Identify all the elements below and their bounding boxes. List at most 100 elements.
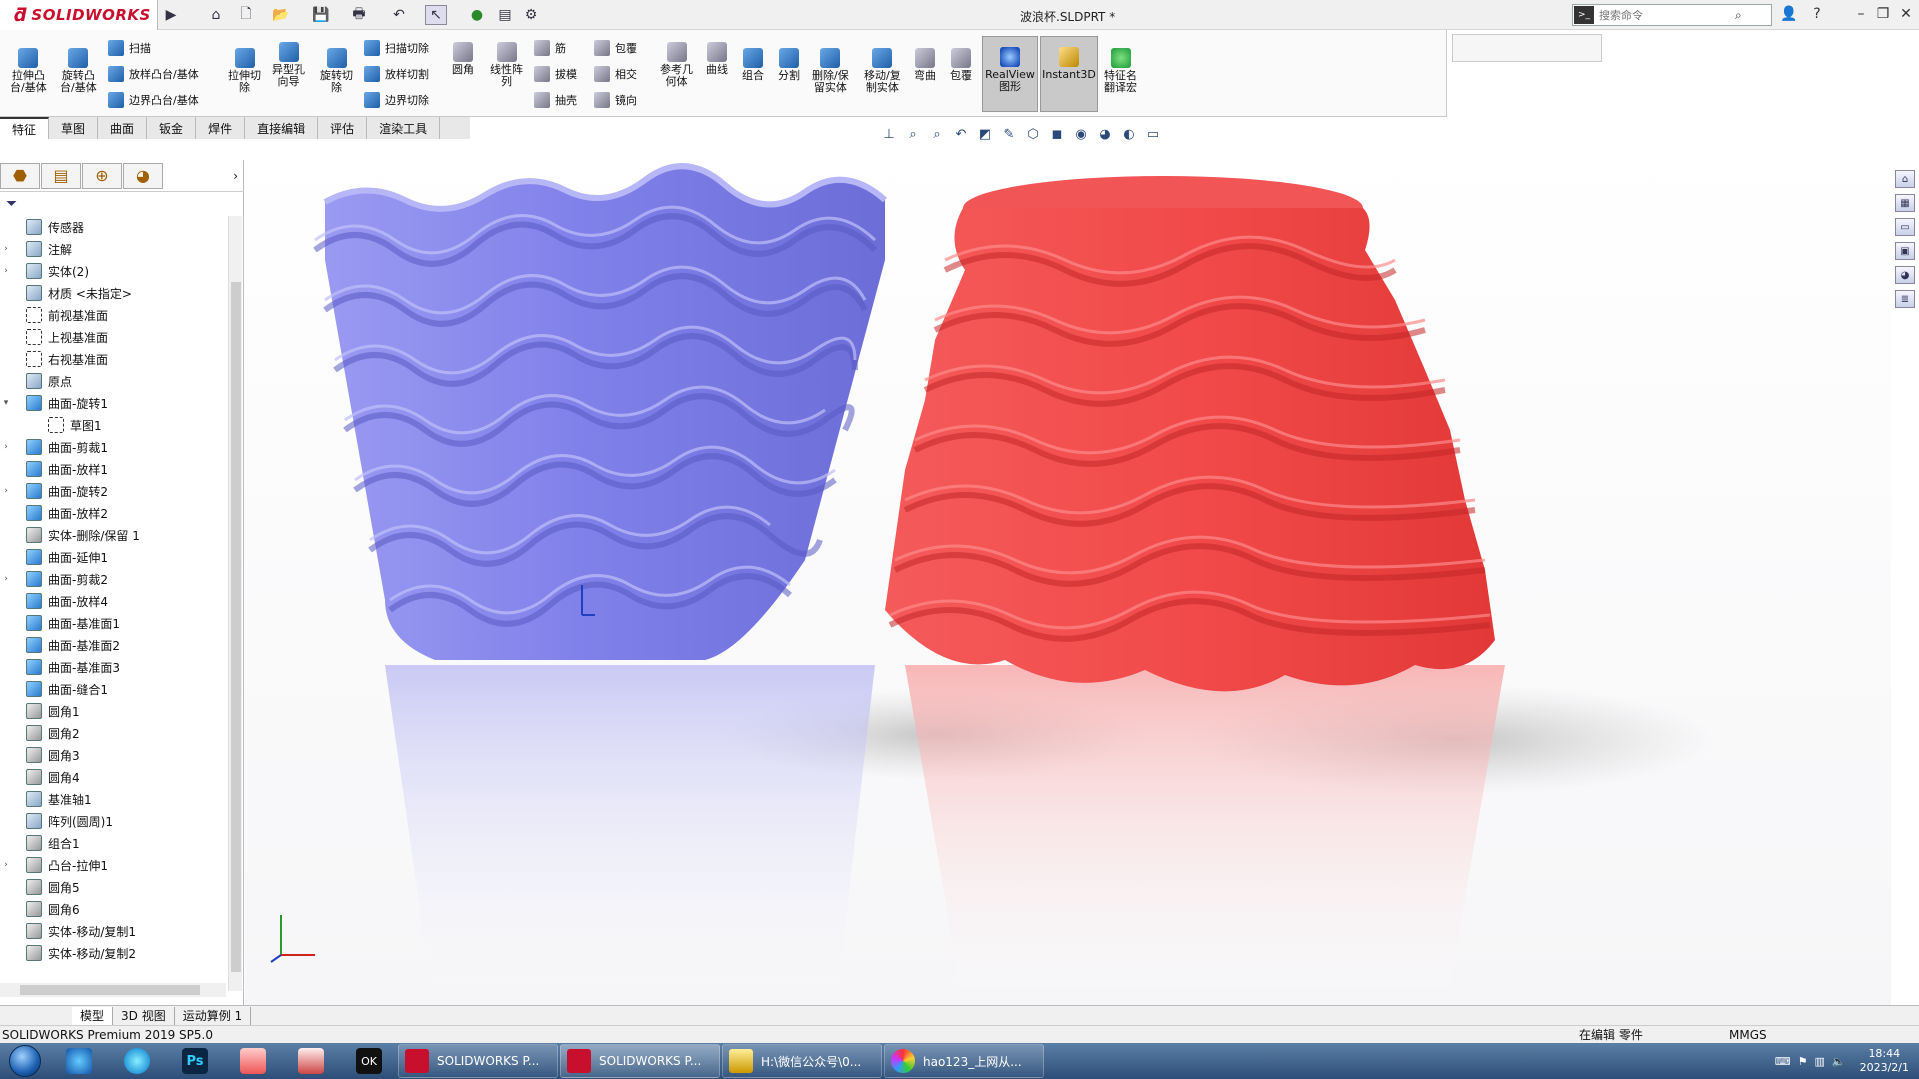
tree-item[interactable]: 圆角3 [0, 744, 228, 766]
tab-surfaces[interactable]: 曲面 [98, 117, 148, 139]
flex-button[interactable]: 弯曲 [914, 48, 936, 82]
tab-sketch[interactable]: 草图 [49, 117, 99, 139]
tree-item[interactable]: 草图1 [0, 414, 228, 436]
expand-icon[interactable]: › [0, 442, 12, 452]
curves-button[interactable]: 曲线 [706, 42, 728, 76]
close-icon[interactable]: ✕ [1895, 4, 1917, 24]
tab-direct-editing[interactable]: 直接编辑 [245, 117, 319, 139]
blue-wave-cup[interactable] [313, 163, 888, 660]
tree-item[interactable]: 基准轴1 [0, 788, 228, 810]
unit-system[interactable]: MMGS [1729, 1028, 1839, 1042]
wrap-button[interactable]: 包覆 [594, 40, 637, 56]
delete-keep-body-button[interactable]: 删除/保 留实体 [812, 48, 849, 94]
wrap-button-2[interactable]: 包覆 [950, 48, 972, 82]
tree-item[interactable]: › 曲面-剪裁2 [0, 568, 228, 590]
appearances-icon[interactable]: ◕ [1895, 266, 1915, 284]
tree-item[interactable]: 圆角2 [0, 722, 228, 744]
expand-icon[interactable]: › [0, 244, 12, 254]
rebuild-icon[interactable]: ● [466, 5, 488, 25]
tree-vertical-scrollbar[interactable] [228, 216, 242, 991]
tree-item[interactable]: 曲面-延伸1 [0, 546, 228, 568]
view-orientation-icon[interactable]: ⬡ [1024, 125, 1042, 143]
scroll-thumb[interactable] [231, 282, 241, 972]
tree-item[interactable]: 曲面-基准面1 [0, 612, 228, 634]
intersect-button[interactable]: 相交 [594, 66, 637, 82]
clock[interactable]: 18:44 2023/2/1 [1860, 1047, 1909, 1075]
tree-item[interactable]: 原点 [0, 370, 228, 392]
split-button[interactable]: 分割 [778, 48, 800, 82]
pinned-snipping[interactable] [282, 1044, 340, 1078]
select-icon[interactable]: ↖ [425, 5, 447, 25]
realview-button[interactable]: RealView 图形 [982, 36, 1038, 112]
instant3d-button[interactable]: Instant3D [1040, 36, 1098, 112]
pinned-recorder[interactable]: OK [340, 1044, 398, 1078]
open-icon[interactable]: 📂 [270, 5, 292, 25]
tree-item[interactable]: › 实体(2) [0, 260, 228, 282]
tree-item[interactable]: 曲面-放样2 [0, 502, 228, 524]
tree-item[interactable]: 实体-移动/复制2 [0, 942, 228, 964]
file-properties-icon[interactable]: ▤ [494, 5, 516, 25]
pinned-app[interactable] [224, 1044, 282, 1078]
expand-icon[interactable]: › [0, 266, 12, 276]
tree-item[interactable]: 材质 <未指定> [0, 282, 228, 304]
revolved-cut-button[interactable]: 旋转切 除 [320, 48, 353, 94]
mirror-button[interactable]: 镜向 [594, 92, 637, 108]
feature-manager-tab-icon[interactable]: ⬣ [0, 162, 40, 189]
home-icon[interactable]: ⌂ [205, 5, 227, 25]
tab-render-tools[interactable]: 渲染工具 [367, 117, 441, 139]
pinned-browser[interactable] [108, 1044, 166, 1078]
task-solidworks-1[interactable]: SOLIDWORKS P... [398, 1044, 558, 1078]
reference-geometry-button[interactable]: 参考几 何体 [660, 42, 693, 88]
keyboard-icon[interactable]: ⌨ [1775, 1055, 1791, 1068]
edit-appearance-icon[interactable]: ◕ [1096, 125, 1114, 143]
configuration-manager-tab-icon[interactable]: ⊕ [82, 162, 122, 189]
tree-item[interactable]: › 曲面-剪裁1 [0, 436, 228, 458]
tree-item[interactable]: 曲面-放样4 [0, 590, 228, 612]
tree-item[interactable]: ▾ 曲面-旋转1 [0, 392, 228, 414]
feature-name-macro-button[interactable]: 特征名 翻译宏 [1104, 48, 1137, 94]
task-explorer[interactable]: H:\微信公众号\0... [722, 1044, 882, 1078]
undo-icon[interactable]: ↶ [388, 5, 410, 25]
fillet-button[interactable]: 圆角 [452, 42, 474, 76]
previous-view-icon[interactable]: ↶ [952, 125, 970, 143]
custom-properties-icon[interactable]: ≣ [1895, 290, 1915, 308]
extruded-cut-button[interactable]: 拉伸切 除 [228, 48, 261, 94]
extruded-boss-button[interactable]: 拉伸凸 台/基体 [10, 48, 47, 94]
solidworks-resources-icon[interactable]: ⌂ [1895, 170, 1915, 188]
red-wave-cup[interactable] [885, 176, 1495, 692]
tab-evaluate[interactable]: 评估 [318, 117, 368, 139]
expand-icon[interactable]: › [0, 486, 12, 496]
search-input[interactable] [1595, 8, 1735, 22]
section-view-icon[interactable]: ◩ [976, 125, 994, 143]
tree-item[interactable]: 组合1 [0, 832, 228, 854]
network-icon[interactable]: ▥ [1814, 1055, 1824, 1068]
swept-boss-button[interactable]: 扫描 [108, 40, 151, 56]
secondary-toolbar[interactable] [1452, 34, 1602, 62]
expand-icon[interactable]: › [0, 574, 12, 584]
hole-wizard-button[interactable]: 异型孔 向导 [272, 42, 305, 88]
graphics-area[interactable] [245, 140, 1891, 1015]
expand-menu-icon[interactable]: ▶ [160, 5, 182, 25]
filter-icon[interactable]: ⏷ [6, 196, 17, 212]
apply-scene-icon[interactable]: ◐ [1120, 125, 1138, 143]
revolved-boss-button[interactable]: 旋转凸 台/基体 [60, 48, 97, 94]
tab-3d-views[interactable]: 3D 视图 [113, 1006, 175, 1025]
search-commands[interactable]: >_ ⌕ [1572, 4, 1772, 26]
view-palette-icon[interactable]: ▣ [1895, 242, 1915, 260]
user-icon[interactable]: 👤 [1778, 4, 1800, 24]
combine-button[interactable]: 组合 [742, 48, 764, 82]
lofted-boss-button[interactable]: 放样凸台/基体 [108, 66, 199, 82]
design-library-icon[interactable]: ▦ [1895, 194, 1915, 212]
pinned-baidu-netdisk[interactable] [50, 1044, 108, 1078]
search-icon[interactable]: ⌕ [1735, 8, 1742, 23]
tree-item[interactable]: › 曲面-旋转2 [0, 480, 228, 502]
display-style-icon[interactable]: ◼ [1048, 125, 1066, 143]
dynamic-annotation-icon[interactable]: ✎ [1000, 125, 1018, 143]
tree-item[interactable]: › 凸台-拉伸1 [0, 854, 228, 876]
tab-features[interactable]: 特征 [0, 117, 50, 139]
task-browser[interactable]: hao123_上网从... [884, 1044, 1044, 1078]
lofted-cut-button[interactable]: 放样切割 [364, 66, 429, 82]
collapse-icon[interactable]: ▾ [0, 398, 12, 408]
zoom-to-area-icon[interactable]: ⌕ [928, 125, 946, 143]
tree-item[interactable]: 曲面-缝合1 [0, 678, 228, 700]
